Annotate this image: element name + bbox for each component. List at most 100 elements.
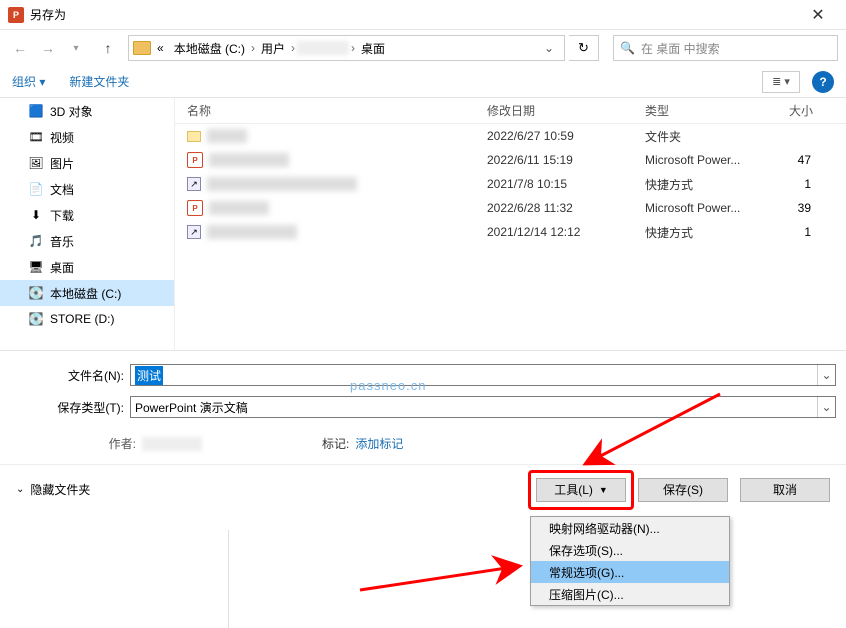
file-type: Microsoft Power... (633, 153, 773, 167)
file-type: 快捷方式 (633, 224, 773, 241)
breadcrumb-item[interactable]: 本地磁盘 (C:) (170, 38, 249, 59)
filename-value: 测试 (135, 366, 163, 385)
close-button[interactable]: ✕ (798, 1, 838, 29)
sidebar-item[interactable]: 🖥桌面 (0, 254, 174, 280)
sidebar-item[interactable]: 🖼 图片 (0, 150, 174, 176)
recent-dropdown[interactable]: ▾ (64, 36, 88, 60)
chevron-down-icon: ⌄ (16, 484, 24, 495)
sidebar-icon: 💽 (28, 311, 44, 327)
file-row[interactable]: P 2022/6/11 15:19 Microsoft Power... 47 (175, 148, 846, 172)
search-input[interactable]: 🔍 在 桌面 中搜索 (613, 35, 838, 61)
menu-item[interactable]: 压缩图片(C)... (531, 583, 729, 605)
filetype-select[interactable]: PowerPoint 演示文稿 ⌄ (130, 396, 836, 418)
footer: ⌄ 隐藏文件夹 工具(L) ▼ 保存(S) 取消 (0, 464, 846, 514)
address-bar[interactable]: « 本地磁盘 (C:) › 用户 › › 桌面 ⌄ (128, 35, 565, 61)
file-row[interactable]: ↗ 2021/12/14 12:12 快捷方式 1 (175, 220, 846, 244)
file-type: 快捷方式 (633, 176, 773, 193)
filename-input[interactable]: 测试 ⌄ (130, 364, 836, 386)
title-bar: P 另存为 ✕ (0, 0, 846, 30)
sidebar-item[interactable]: 📄 文档 (0, 176, 174, 202)
file-type: 文件夹 (633, 128, 773, 145)
breadcrumb-item[interactable]: 用户 (257, 38, 289, 59)
hide-folders-label: 隐藏文件夹 (30, 481, 90, 498)
author-value-redacted[interactable] (142, 437, 202, 451)
menu-item[interactable]: 映射网络驱动器(N)... (531, 517, 729, 539)
back-button[interactable]: ← (8, 36, 32, 60)
folder-icon (133, 41, 151, 55)
sidebar-label: 下载 (50, 207, 74, 224)
organize-button[interactable]: 组织 ▾ (12, 73, 45, 90)
sidebar-icon: 🖼 (28, 155, 44, 171)
sidebar-label: 音乐 (50, 233, 74, 250)
shortcut-icon: ↗ (187, 225, 201, 239)
column-size[interactable]: 大小 (773, 102, 823, 119)
file-row[interactable]: P 2022/6/28 11:32 Microsoft Power... 39 (175, 196, 846, 220)
menu-item[interactable]: 保存选项(S)... (531, 539, 729, 561)
sidebar-label: STORE (D:) (50, 312, 114, 326)
watermark: passneo.cn (350, 378, 427, 393)
column-type[interactable]: 类型 (633, 102, 773, 119)
cancel-label: 取消 (773, 481, 797, 498)
file-type: Microsoft Power... (633, 201, 773, 215)
sidebar-item[interactable]: 🎵音乐 (0, 228, 174, 254)
refresh-button[interactable]: ↻ (569, 35, 599, 61)
file-name-redacted (207, 177, 357, 191)
sidebar-label: 图片 (50, 155, 74, 172)
address-dropdown-icon[interactable]: ⌄ (538, 41, 560, 55)
tools-button[interactable]: 工具(L) ▼ (536, 478, 626, 502)
tools-menu: 映射网络驱动器(N)...保存选项(S)...常规选项(G)...压缩图片(C)… (530, 516, 730, 606)
menu-item[interactable]: 常规选项(G)... (531, 561, 729, 583)
sidebar-icon: 🎞 (28, 129, 44, 145)
sidebar-item[interactable]: ⬇下载 (0, 202, 174, 228)
file-row[interactable]: ↗ 2021/7/8 10:15 快捷方式 1 (175, 172, 846, 196)
add-tag-link[interactable]: 添加标记 (355, 435, 403, 452)
help-button[interactable]: ? (812, 71, 834, 93)
file-size: 1 (773, 177, 823, 191)
sidebar-item[interactable]: 🎞 视频 (0, 124, 174, 150)
sidebar-item[interactable]: 💽本地磁盘 (C:) (0, 280, 174, 306)
sidebar-icon: 🖥 (28, 259, 44, 275)
column-name[interactable]: 名称 (175, 102, 475, 119)
search-placeholder: 在 桌面 中搜索 (641, 40, 720, 57)
tools-label: 工具(L) (554, 481, 593, 498)
chevron-right-icon: › (351, 41, 355, 55)
sidebar-label: 文档 (50, 181, 74, 198)
file-size: 39 (773, 201, 823, 215)
search-icon: 🔍 (620, 41, 635, 55)
filetype-dropdown-icon[interactable]: ⌄ (817, 397, 835, 417)
main-area: 🟦3D 对象 🎞 视频 🖼 图片 📄 文档 ⬇下载🎵音乐🖥桌面💽本地磁盘 (C:) 💽 STORE… (0, 98, 846, 350)
file-name-redacted (207, 129, 247, 143)
file-date: 2021/12/14 12:12 (475, 225, 633, 239)
sidebar-label: 视频 (50, 129, 74, 146)
powerpoint-file-icon: P (187, 152, 203, 168)
sidebar-label: 本地磁盘 (C:) (50, 285, 121, 302)
sidebar-item[interactable]: 🟦3D 对象 (0, 98, 174, 124)
file-name-redacted (209, 201, 269, 215)
powerpoint-icon: P (8, 7, 24, 23)
up-button[interactable]: ↑ (96, 36, 120, 60)
sidebar-item[interactable]: 💽 STORE (D:) (0, 306, 174, 332)
column-headers: 名称 修改日期 类型 大小 (175, 98, 846, 124)
filename-dropdown-icon[interactable]: ⌄ (817, 365, 835, 385)
view-options-button[interactable]: ≣ ▾ (762, 71, 800, 93)
forward-button[interactable]: → (36, 36, 60, 60)
breadcrumb-item-redacted[interactable] (297, 41, 349, 55)
file-size: 47 (773, 153, 823, 167)
new-folder-button[interactable]: 新建文件夹 (69, 73, 129, 90)
chevron-down-icon: ▼ (599, 485, 608, 495)
hide-folders-toggle[interactable]: ⌄ 隐藏文件夹 (16, 481, 90, 498)
filetype-value: PowerPoint 演示文稿 (135, 399, 248, 416)
sidebar-label: 3D 对象 (50, 103, 93, 120)
navigation-bar: ← → ▾ ↑ « 本地磁盘 (C:) › 用户 › › 桌面 ⌄ ↻ 🔍 在 … (0, 30, 846, 66)
author-label: 作者: (12, 435, 142, 452)
column-date[interactable]: 修改日期 (475, 102, 633, 119)
file-name-redacted (207, 225, 297, 239)
save-button[interactable]: 保存(S) (638, 478, 728, 502)
sidebar-icon: 📄 (28, 181, 44, 197)
breadcrumb-item[interactable]: 桌面 (357, 38, 389, 59)
sidebar: 🟦3D 对象 🎞 视频 🖼 图片 📄 文档 ⬇下载🎵音乐🖥桌面💽本地磁盘 (C:) 💽 STORE… (0, 98, 175, 350)
file-row[interactable]: 2022/6/27 10:59 文件夹 (175, 124, 846, 148)
file-size: 1 (773, 225, 823, 239)
cancel-button[interactable]: 取消 (740, 478, 830, 502)
shortcut-icon: ↗ (187, 177, 201, 191)
